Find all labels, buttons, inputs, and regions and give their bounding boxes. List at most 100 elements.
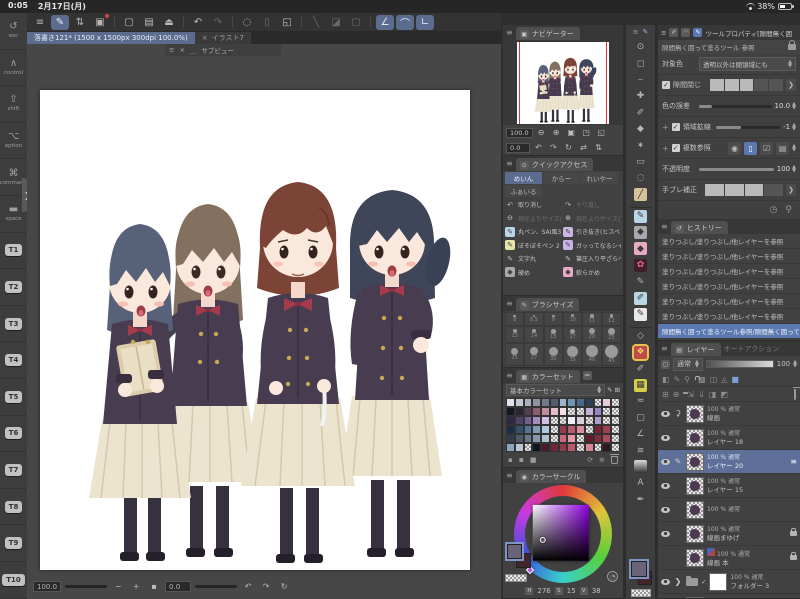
nav-rotate-ccw-button[interactable]: ↶ (532, 142, 545, 153)
operation-pen-icon[interactable]: ✐ (626, 105, 655, 121)
edge-key-t2[interactable]: T2 (0, 269, 27, 306)
color-swatch[interactable] (558, 434, 568, 443)
color-swatch[interactable] (523, 425, 533, 434)
color-swatch[interactable] (576, 425, 585, 434)
layer-thumbnail[interactable] (686, 524, 704, 543)
lasso-tool-icon[interactable]: ◌ (626, 170, 655, 186)
transparent-color-swatch[interactable] (505, 574, 527, 582)
reset-tool-icon[interactable]: ◷ (770, 205, 778, 215)
history-entry[interactable]: 塗りつぶし/塗りつぶし/他レイヤーを参照 (658, 234, 800, 249)
area-scaling-slider[interactable] (715, 125, 781, 129)
qa-pen-white-icon[interactable]: ✎ (626, 306, 655, 322)
color-swatch[interactable] (523, 398, 533, 407)
layer-row[interactable]: ⚳100 % 通常線画 (658, 402, 800, 426)
color-swatch[interactable] (532, 425, 542, 434)
layer-row[interactable]: ⚳100 % 通常線画 (658, 594, 800, 598)
close-gap-checkbox[interactable]: ✓ (662, 81, 670, 89)
layer-thumbnail[interactable] (686, 404, 704, 423)
qa-eraser-soft-icon[interactable]: ◆ (626, 241, 655, 257)
airbrush-icon[interactable]: ✐ (626, 360, 655, 376)
gesture-switch-icon[interactable]: ⇅ (71, 15, 89, 30)
layer-row[interactable]: ❯ ✓ 100 % 通常 フォルダー 3 (658, 570, 800, 594)
color-swatch[interactable] (549, 398, 559, 407)
palette-color-icon[interactable]: ◻ (661, 359, 670, 369)
layer-row-selected[interactable]: ✎ 100 % 通常 レイヤー 20 ≡ (658, 450, 800, 474)
transparent-swatch[interactable] (576, 407, 585, 416)
color-swatch[interactable] (584, 443, 594, 452)
qa-tab-めいん[interactable]: めいん (505, 172, 542, 184)
color-swatch[interactable] (532, 398, 542, 407)
brush-size-17[interactable]: 17 (563, 325, 583, 343)
edge-key-t7[interactable]: T7 (0, 452, 27, 489)
color-swatch[interactable] (514, 443, 524, 452)
color-margin-slider[interactable] (699, 104, 772, 108)
color-swatch[interactable] (558, 398, 568, 407)
crop-icon[interactable]: ◱ (278, 15, 296, 30)
color-swatch[interactable] (584, 407, 594, 416)
layer-thumbnail[interactable] (709, 572, 728, 591)
rotation-value[interactable]: 0.0 (165, 581, 192, 592)
canvas-document[interactable] (40, 90, 470, 570)
new-vector-layer-icon[interactable]: ⊕ (673, 390, 680, 399)
color-swatch[interactable] (514, 407, 524, 416)
line-grayed-icon[interactable]: ╲ (307, 15, 325, 30)
eye-icon[interactable] (661, 578, 670, 585)
edge-key-t9[interactable]: T9 (0, 525, 27, 562)
eraser-tool-icon[interactable]: ◆ (626, 121, 655, 137)
rotate-cw-button[interactable]: ↷ (259, 581, 273, 592)
tab-auto-action[interactable]: オートアクション (724, 344, 780, 354)
transfer-layer-icon[interactable]: ⇲ (687, 390, 694, 399)
color-swatch[interactable] (602, 398, 612, 407)
eyedropper-icon[interactable]: ╱ (626, 187, 655, 203)
qa-item[interactable]: ✎ 文字丸 (505, 252, 563, 266)
swatch-medium-icon[interactable]: ◾ (519, 456, 524, 464)
transparent-swatch[interactable] (611, 398, 620, 407)
expand-icon[interactable]: ❯ (673, 577, 683, 586)
edge-key-option[interactable]: ⌥ option (0, 123, 27, 160)
stepper-icon[interactable]: ▲ ▼ (792, 165, 796, 174)
qa-item[interactable]: ⊖ 現在よりサイズ◯ (505, 212, 563, 226)
qa-pen-sai-icon[interactable]: ✎ (626, 208, 655, 224)
text-tool-icon[interactable]: A (626, 475, 655, 491)
color-swatch[interactable] (584, 398, 594, 407)
color-swatch[interactable] (567, 434, 577, 443)
qa-brush-dark-icon[interactable]: ✿ (626, 257, 655, 273)
nav-zoom-in-button[interactable]: ⊕ (550, 127, 563, 138)
brush-size-40[interactable]: 40 (582, 342, 602, 366)
brush-size-45[interactable]: 45 (601, 342, 621, 366)
transparent-swatch[interactable] (558, 416, 568, 425)
brush-size-13[interactable]: 13 (505, 325, 525, 343)
transparent-swatch[interactable] (593, 398, 603, 407)
brush-size-20[interactable]: 20 (582, 325, 602, 343)
eye-icon[interactable] (661, 506, 670, 513)
minimize-icon[interactable]: ＿ (190, 45, 197, 55)
swatch-small-icon[interactable]: ▪ (508, 456, 513, 464)
color-swatch[interactable] (506, 425, 515, 434)
hand-tool-icon[interactable]: ⌣ (626, 72, 655, 88)
foreground-color-swatch[interactable] (505, 542, 524, 561)
edge-key-control[interactable]: ∧ control (0, 50, 27, 87)
layer-row[interactable]: 100 % 通常 線画 本 (658, 546, 800, 570)
color-swatch[interactable] (514, 434, 524, 443)
decoration-icon[interactable]: ▦ (626, 377, 655, 393)
eye-icon[interactable] (661, 410, 670, 417)
nav-fit-screen-button[interactable]: ◱ (595, 127, 608, 138)
transparent-swatch[interactable] (576, 443, 585, 452)
menu-icon[interactable]: ≡ (661, 344, 668, 353)
history-entry[interactable]: 塗りつぶし/塗りつぶし/他レイヤーを参照 (658, 279, 800, 294)
saturation-value-box[interactable] (532, 504, 589, 561)
qa-item[interactable]: ◆ 軟らかめ (563, 266, 621, 280)
refer-selected-layer-icon[interactable]: ☑ (760, 141, 774, 155)
nav-actual-size-button[interactable]: ◳ (580, 127, 593, 138)
rotation-slider[interactable] (195, 585, 238, 588)
pin-layer-icon[interactable]: ⚲ (684, 375, 690, 384)
color-swatch[interactable] (514, 425, 524, 434)
eraser-flat-icon[interactable]: ◇ (626, 328, 655, 344)
active-tool-tab-icon[interactable]: ✎ (693, 28, 703, 37)
color-swatch[interactable] (558, 443, 568, 452)
chevron-right-icon[interactable]: ❯ (786, 79, 796, 91)
qa-eraser-hard-icon[interactable]: ◆ (626, 224, 655, 240)
qa-pen-air-icon[interactable]: ✐ (626, 290, 655, 306)
layer-menu-icon[interactable]: ≡ (790, 457, 797, 466)
brush-size-27[interactable]: 27 (524, 342, 544, 366)
